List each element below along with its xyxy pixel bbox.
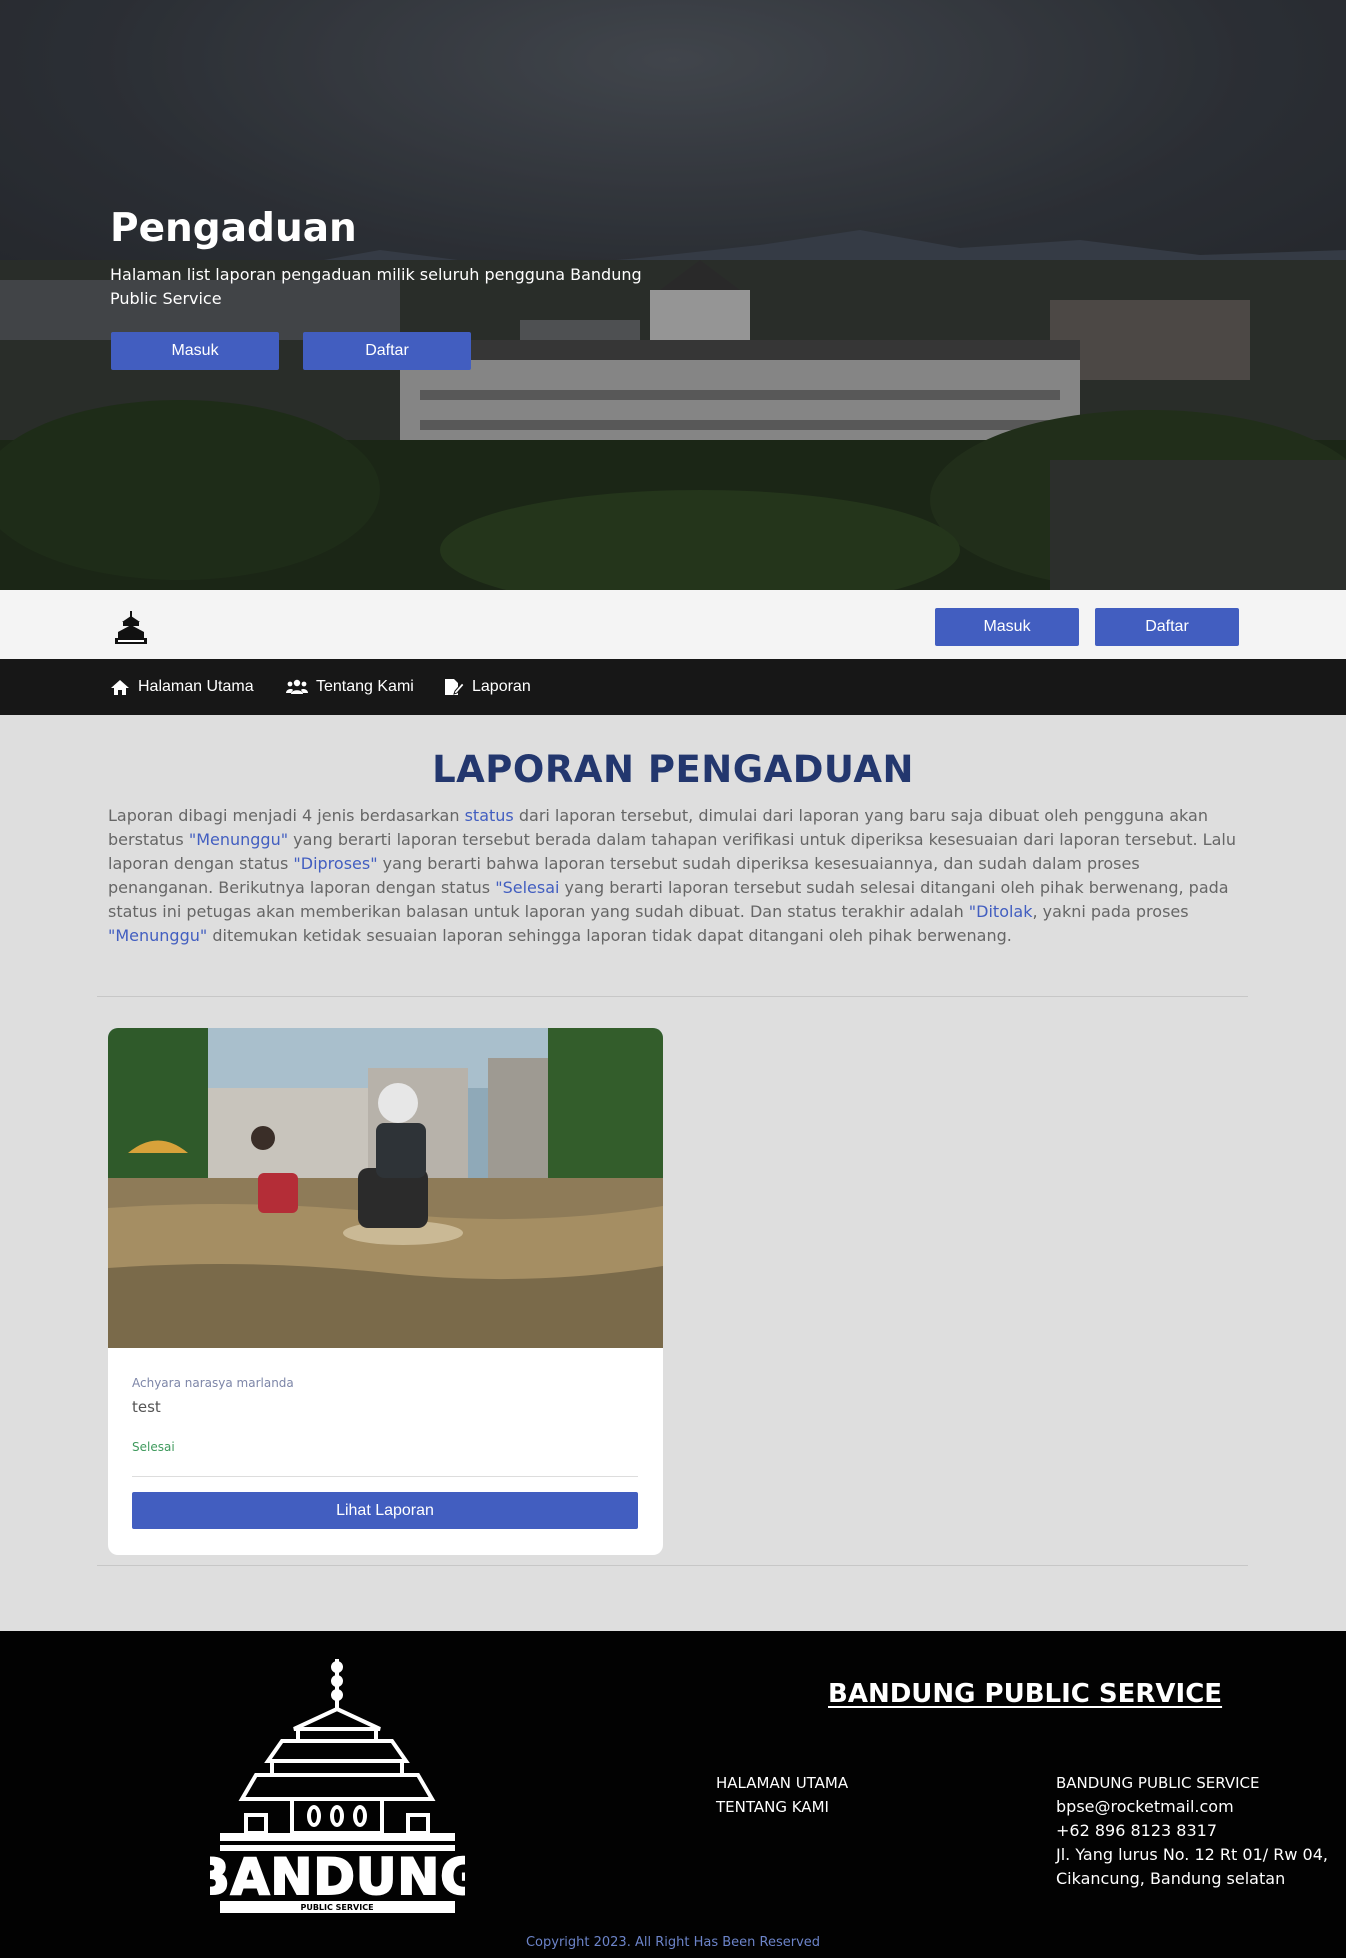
hero-banner: Pengaduan Halaman list laporan pengaduan… [0, 0, 1346, 590]
contact-address: Jl. Yang lurus No. 12 Rt 01/ Rw 04, Cika… [1056, 1845, 1328, 1888]
status-menunggu: "Menunggu" [188, 830, 289, 849]
nav-item-label: Tentang Kami [316, 678, 414, 695]
login-button[interactable]: Masuk [935, 608, 1079, 646]
status-link: status [464, 806, 514, 825]
footer-link-halaman-utama[interactable]: HALAMAN UTAMA [716, 1771, 848, 1795]
register-button[interactable]: Daftar [1095, 608, 1239, 646]
bandung-logo-icon[interactable] [112, 610, 150, 646]
nav-item-halaman-utama[interactable]: Halaman Utama [110, 659, 254, 715]
contact-email[interactable]: bpse@rocketmail.com [1056, 1795, 1346, 1819]
copyright-text: Copyright 2023. All Right Has Been Reser… [525, 1935, 821, 1950]
logo-subtext: PUBLIC SERVICE [300, 1903, 373, 1912]
hero-subtitle: Halaman list laporan pengaduan milik sel… [110, 265, 642, 308]
bandung-public-service-logo: BANDUNG PUBLIC SERVICE [210, 1659, 465, 1913]
contact-name: BANDUNG PUBLIC SERVICE [1056, 1774, 1260, 1792]
report-author: Achyara narasya marlanda [132, 1376, 294, 1390]
hero-login-button[interactable]: Masuk [111, 332, 279, 370]
nav-item-tentang-kami[interactable]: Tentang Kami [286, 659, 414, 715]
nav-item-label: Halaman Utama [138, 678, 254, 695]
section-divider [97, 996, 1248, 997]
footer-links: HALAMAN UTAMA TENTANG KAMI [716, 1771, 848, 1819]
hero-register-button[interactable]: Daftar [303, 332, 471, 370]
footer-contact: BANDUNG PUBLIC SERVICE bpse@rocketmail.c… [1056, 1771, 1346, 1891]
footer-heading: BANDUNG PUBLIC SERVICE [828, 1679, 1223, 1709]
intro-text: , yakni pada proses [1032, 902, 1189, 921]
report-card: Achyara narasya marlanda test Selesai Li… [108, 1028, 663, 1555]
status-selesai: "Selesai [495, 878, 560, 897]
report-description: test [132, 1398, 161, 1416]
footer-link-tentang-kami[interactable]: TENTANG KAMI [716, 1795, 848, 1819]
contact-phone: +62 896 8123 8317 [1056, 1821, 1217, 1840]
edit-document-icon [445, 679, 464, 695]
home-icon [111, 679, 129, 695]
main-nav: Halaman Utama Tentang Kami Laporan [0, 659, 1346, 715]
page-title: LAPORAN PENGADUAN [432, 748, 914, 791]
status-diproses: "Diproses" [293, 854, 378, 873]
users-icon [286, 679, 308, 694]
nav-item-laporan[interactable]: Laporan [444, 659, 531, 715]
card-divider [132, 1476, 638, 1477]
nav-item-label: Laporan [472, 678, 531, 695]
status-menunggu: "Menunggu" [108, 926, 208, 945]
section-divider [97, 1565, 1248, 1566]
view-report-button[interactable]: Lihat Laporan [132, 1492, 638, 1529]
top-bar: Masuk Daftar [0, 590, 1346, 659]
intro-text: Laporan dibagi menjadi 4 jenis berdasark… [108, 806, 465, 825]
logo-text: BANDUNG [210, 1848, 465, 1906]
status-badge: Selesai [132, 1440, 175, 1454]
flood-report-image [108, 1028, 663, 1348]
footer: BANDUNG PUBLIC SERVICE BANDUNG PUBLIC SE… [0, 1631, 1346, 1958]
intro-text: ditemukan ketidak sesuaian laporan sehin… [207, 926, 1012, 945]
hero-title: Pengaduan [110, 206, 357, 251]
intro-paragraph: Laporan dibagi menjadi 4 jenis berdasark… [108, 804, 1238, 948]
status-ditolak: "Ditolak [968, 902, 1033, 921]
